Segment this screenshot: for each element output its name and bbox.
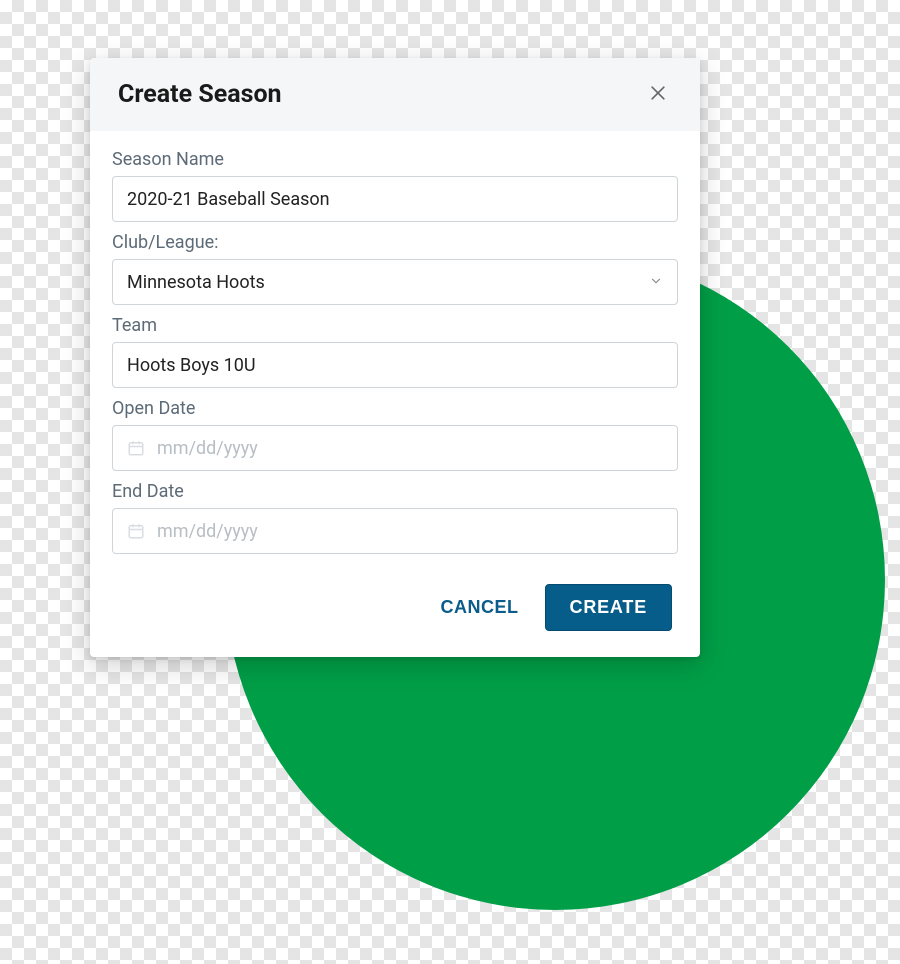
open-date-label: Open Date	[112, 398, 678, 419]
club-league-value: Minnesota Hoots	[127, 272, 265, 293]
close-icon	[648, 83, 668, 107]
modal-header: Create Season	[90, 58, 700, 131]
season-name-label: Season Name	[112, 149, 678, 170]
season-name-value: 2020-21 Baseball Season	[127, 189, 330, 210]
calendar-icon	[127, 522, 145, 540]
team-value: Hoots Boys 10U	[127, 355, 256, 376]
create-button[interactable]: CREATE	[545, 584, 672, 631]
modal-title: Create Season	[118, 80, 282, 109]
calendar-icon	[127, 439, 145, 457]
cancel-button[interactable]: CANCEL	[441, 597, 519, 618]
end-date-placeholder: mm/dd/yyyy	[157, 521, 258, 542]
create-season-modal: Create Season Season Name 2020-21 Baseba…	[90, 58, 700, 657]
modal-body: Season Name 2020-21 Baseball Season Club…	[90, 131, 700, 564]
close-button[interactable]	[644, 81, 672, 109]
chevron-down-icon	[649, 272, 663, 293]
modal-footer: CANCEL CREATE	[90, 564, 700, 657]
club-league-select[interactable]: Minnesota Hoots	[112, 259, 678, 305]
open-date-input[interactable]: mm/dd/yyyy	[112, 425, 678, 471]
club-league-label: Club/League:	[112, 232, 678, 253]
team-input[interactable]: Hoots Boys 10U	[112, 342, 678, 388]
end-date-input[interactable]: mm/dd/yyyy	[112, 508, 678, 554]
season-name-input[interactable]: 2020-21 Baseball Season	[112, 176, 678, 222]
team-label: Team	[112, 315, 678, 336]
open-date-placeholder: mm/dd/yyyy	[157, 438, 258, 459]
end-date-label: End Date	[112, 481, 678, 502]
